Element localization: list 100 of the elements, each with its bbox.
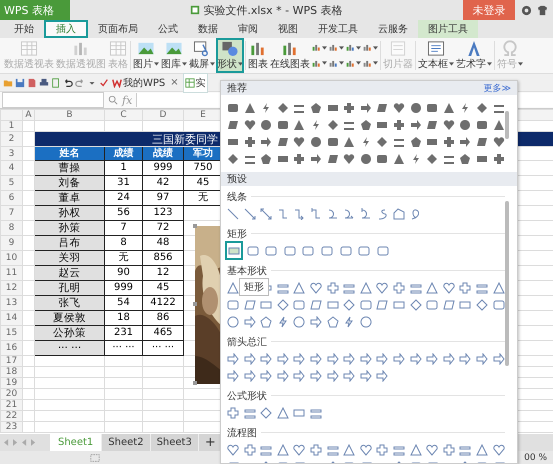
shape-icon[interactable] [276, 316, 289, 328]
shape-icon[interactable] [310, 298, 322, 310]
shape-icon[interactable] [293, 406, 306, 418]
shape-icon[interactable] [442, 352, 455, 364]
row-header[interactable]: 2 [0, 132, 22, 146]
shape-icon[interactable] [276, 352, 289, 364]
ribbon-tab[interactable]: 数据 [188, 20, 228, 38]
shape-icon[interactable] [276, 444, 289, 456]
shape-icon[interactable] [276, 208, 289, 220]
shape-icon[interactable] [343, 282, 356, 294]
shape-icon[interactable] [260, 406, 272, 418]
chart-icon[interactable] [312, 43, 321, 52]
shape-icon[interactable] [343, 152, 356, 164]
scrollbar-thumb[interactable] [505, 111, 509, 139]
shape-icon[interactable] [227, 316, 239, 328]
shape-icon[interactable] [442, 298, 455, 310]
shape-icon[interactable] [244, 102, 256, 114]
shape-icon[interactable] [293, 352, 306, 364]
shape-icon[interactable] [360, 102, 372, 114]
shape-icon[interactable] [392, 298, 405, 310]
shape-icon[interactable] [310, 352, 322, 364]
caret-icon[interactable] [373, 46, 378, 50]
login-button[interactable]: 未登录 [463, 0, 515, 20]
shape-icon[interactable] [227, 102, 239, 114]
shape-icon[interactable] [426, 282, 438, 294]
shape-icon[interactable] [360, 352, 372, 364]
ribbon-button[interactable]: 截屏 [188, 38, 216, 73]
column-header[interactable]: D [142, 110, 184, 120]
column-header[interactable]: A [22, 110, 34, 120]
shape-icon[interactable] [360, 298, 372, 310]
shape-icon[interactable] [326, 152, 339, 164]
shape-icon[interactable] [360, 282, 372, 294]
shape-icon[interactable] [410, 208, 422, 220]
shape-icon[interactable] [260, 352, 272, 364]
caret-icon[interactable] [339, 61, 344, 66]
shape-icon[interactable] [244, 444, 256, 456]
chart-icon[interactable] [346, 43, 355, 52]
row-header[interactable]: 16 [0, 340, 22, 356]
shape-icon[interactable] [392, 102, 405, 114]
shape-icon[interactable] [244, 406, 256, 418]
layout-icon[interactable] [90, 452, 100, 462]
row-header[interactable]: 4 [0, 160, 22, 176]
shape-icon[interactable] [442, 282, 455, 294]
shape-icon[interactable] [343, 444, 356, 456]
sheet-tab[interactable]: Sheet3 [150, 434, 199, 451]
shape-icon[interactable] [244, 136, 256, 148]
row-header[interactable]: 13 [0, 296, 22, 310]
resize-handle[interactable] [193, 381, 197, 385]
shape-icon[interactable] [227, 208, 239, 220]
shape-icon[interactable] [326, 208, 339, 220]
caret-icon[interactable] [373, 61, 378, 66]
shape-icon[interactable] [442, 102, 455, 114]
caret-icon[interactable] [322, 61, 327, 66]
ribbon-button[interactable]: 文本框 [417, 38, 455, 73]
ribbon-button[interactable]: 形状 [216, 38, 244, 73]
shape-icon[interactable] [260, 208, 272, 220]
ribbon-tab[interactable]: 页面布局 [88, 20, 148, 38]
ribbon-button[interactable]: 在线图表 [269, 38, 311, 73]
shape-icon[interactable] [244, 298, 256, 310]
shape-icon[interactable] [459, 118, 472, 130]
chart-icon[interactable] [346, 58, 355, 68]
shape-icon[interactable] [260, 444, 272, 456]
shape-icon[interactable] [426, 152, 438, 164]
shape-icon[interactable] [227, 298, 239, 310]
printer-icon[interactable] [39, 78, 49, 88]
ribbon-tab[interactable]: 公式 [148, 20, 188, 38]
ribbon-button[interactable]: 图表 [247, 38, 269, 73]
shape-icon[interactable] [426, 444, 438, 456]
document-tab[interactable]: 实 [182, 72, 208, 92]
zoom-icon[interactable] [108, 95, 118, 105]
ribbon-tab[interactable]: 云服务 [368, 20, 418, 38]
shape-icon[interactable] [293, 208, 306, 220]
ribbon-button[interactable]: 艺术字 [455, 38, 493, 73]
shape-icon[interactable] [392, 152, 405, 164]
shape-icon[interactable] [310, 136, 322, 148]
shape-icon[interactable] [227, 370, 239, 382]
shape-icon[interactable] [410, 282, 422, 294]
folder-icon[interactable] [3, 78, 13, 88]
shape-icon[interactable] [492, 282, 504, 294]
shape-icon[interactable] [343, 298, 356, 310]
shape-icon[interactable] [343, 208, 356, 220]
row-header[interactable]: 7 [0, 206, 22, 220]
row-header[interactable]: 9 [0, 236, 22, 250]
shape-icon[interactable] [410, 298, 422, 310]
ribbon-button[interactable]: 图库 [160, 38, 188, 73]
shape-icon[interactable] [426, 102, 438, 114]
ribbon-button[interactable]: 图片 [132, 38, 160, 73]
shape-icon[interactable] [293, 316, 306, 328]
shape-icon[interactable] [376, 282, 388, 294]
shape-icon[interactable] [276, 298, 289, 310]
shape-icon[interactable] [260, 316, 272, 328]
shape-icon[interactable] [244, 352, 256, 364]
app-menu-button[interactable]: WPS 表格 [0, 0, 70, 20]
shape-icon[interactable] [459, 298, 472, 310]
resize-handle[interactable] [193, 224, 197, 228]
shape-icon[interactable] [476, 102, 488, 114]
shape-icon[interactable] [376, 298, 388, 310]
shape-icon[interactable] [276, 136, 289, 148]
shape-icon[interactable] [360, 208, 372, 220]
shape-icon[interactable] [293, 282, 306, 294]
